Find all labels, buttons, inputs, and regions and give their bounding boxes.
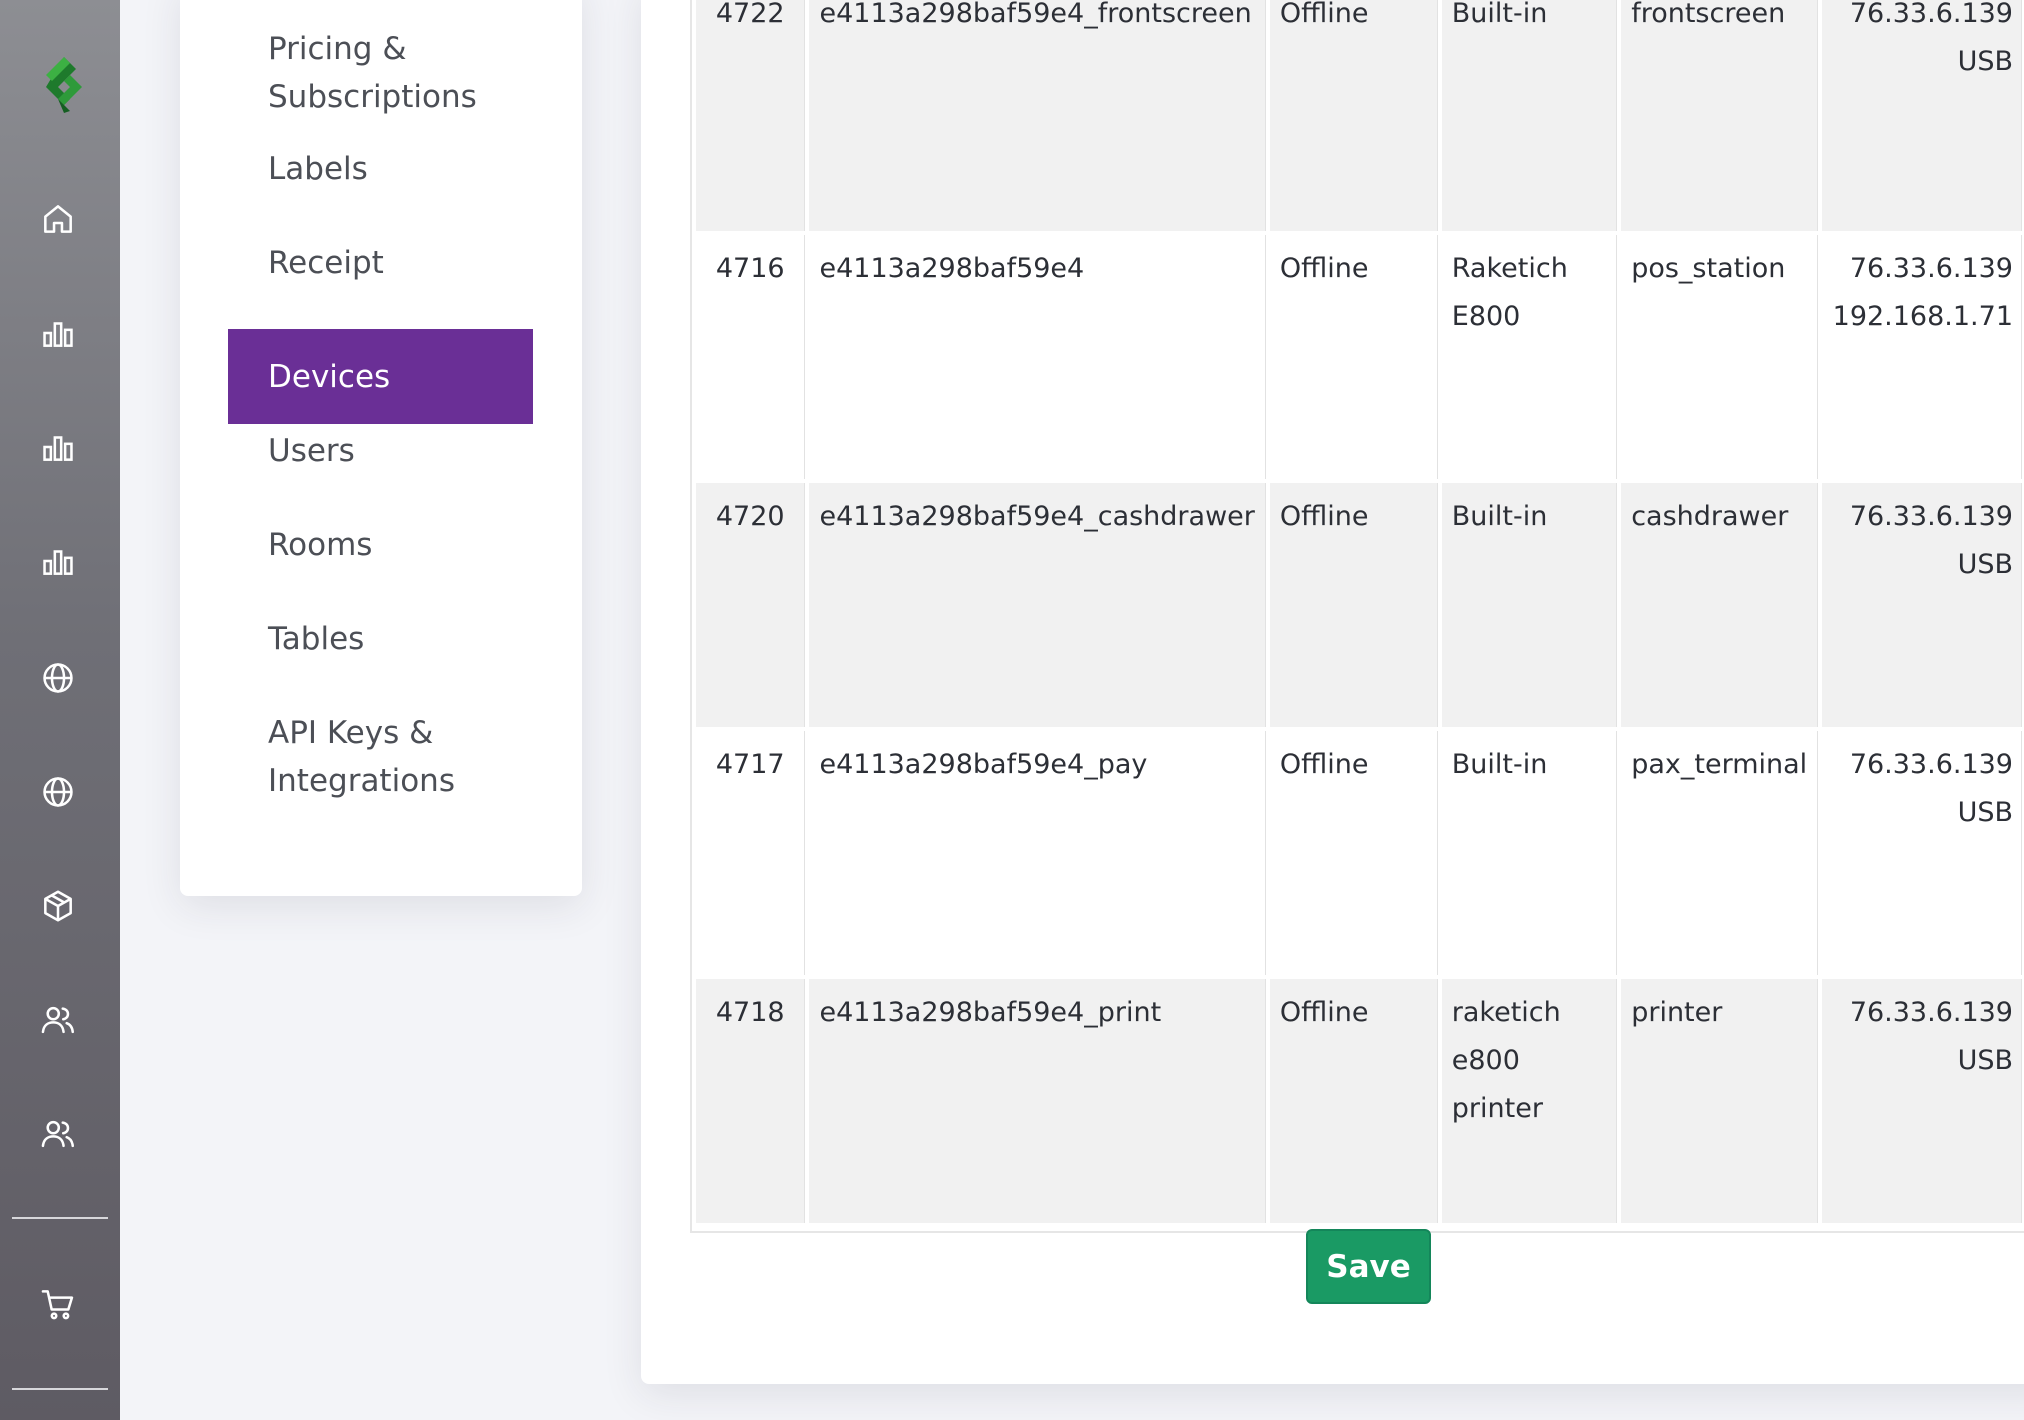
device-address-cell: 76.33.6.139 USB xyxy=(1822,483,2022,727)
settings-nav-panel: Pricing & Subscriptions Labels Receipt D… xyxy=(180,0,582,896)
table-row[interactable]: 4716 e4113a298baf59e4 Offline Raketich E800… xyxy=(696,235,2022,479)
globe-icon[interactable] xyxy=(36,656,80,700)
nav-item-tables[interactable]: Tables xyxy=(228,615,533,663)
cart-icon[interactable] xyxy=(36,1282,80,1326)
device-address-cell: 76.33.6.139 USB xyxy=(1822,731,2022,975)
device-name-cell: e4113a298baf59e4_pay xyxy=(809,731,1266,975)
device-type-cell: printer xyxy=(1621,979,1819,1223)
rail-divider xyxy=(12,1217,108,1219)
table-row[interactable]: 4717 e4113a298baf59e4_pay Offline Built-in p… xyxy=(696,731,2022,975)
device-model-cell: Raketich E800 xyxy=(1441,235,1618,479)
table-row[interactable]: 4718 e4113a298baf59e4_print Offline raketic… xyxy=(696,979,2022,1223)
home-icon[interactable] xyxy=(36,197,80,241)
device-status-cell: Offline xyxy=(1269,731,1438,975)
nav-item-pricing-subscriptions[interactable]: Pricing & Subscriptions xyxy=(228,25,533,121)
table-row[interactable]: 4720 e4113a298baf59e4_cashdrawer Offline Bu… xyxy=(696,483,2022,727)
nav-item-labels[interactable]: Labels xyxy=(228,145,533,193)
devices-content: 4722 e4113a298baf59e4_frontscreen Offline B… xyxy=(641,0,2024,1384)
devices-table: 4722 e4113a298baf59e4_frontscreen Offline B… xyxy=(692,0,2024,1227)
nav-item-users[interactable]: Users xyxy=(228,427,533,475)
device-status-cell: Offline xyxy=(1269,0,1438,231)
device-status-cell: Offline xyxy=(1269,235,1438,479)
bar-chart-icon[interactable] xyxy=(36,425,80,469)
device-name-cell: e4113a298baf59e4 xyxy=(809,235,1266,479)
device-model-cell: Built-in xyxy=(1441,483,1618,727)
device-status-cell: Offline xyxy=(1269,483,1438,727)
bar-chart-icon[interactable] xyxy=(36,539,80,583)
device-id-cell: 4717 xyxy=(696,731,806,975)
device-id-cell: 4722 xyxy=(696,0,806,231)
device-id-cell: 4716 xyxy=(696,235,806,479)
device-id-cell: 4718 xyxy=(696,979,806,1223)
nav-item-rooms[interactable]: Rooms xyxy=(228,521,533,569)
device-status-cell: Offline xyxy=(1269,979,1438,1223)
icon-rail xyxy=(0,0,120,1420)
nav-item-api-keys-integrations[interactable]: API Keys & Integrations xyxy=(228,709,533,805)
device-name-cell: e4113a298baf59e4_cashdrawer xyxy=(809,483,1266,727)
devices-table-wrapper: 4722 e4113a298baf59e4_frontscreen Offline B… xyxy=(690,0,2024,1233)
users-icon[interactable] xyxy=(36,998,80,1042)
table-row[interactable]: 4722 e4113a298baf59e4_frontscreen Offline B… xyxy=(696,0,2022,231)
users-icon[interactable] xyxy=(36,1112,80,1156)
device-model-cell: Built-in xyxy=(1441,731,1618,975)
save-button[interactable]: Save xyxy=(1306,1229,1431,1304)
device-type-cell: frontscreen xyxy=(1621,0,1819,231)
device-type-cell: cashdrawer xyxy=(1621,483,1819,727)
device-address-cell: 76.33.6.139 USB xyxy=(1822,979,2022,1223)
device-address-cell: 76.33.6.139 192.168.1.71 xyxy=(1822,235,2022,479)
box-icon[interactable] xyxy=(36,884,80,928)
device-type-cell: pax_terminal xyxy=(1621,731,1819,975)
device-type-cell: pos_station xyxy=(1621,235,1819,479)
device-id-cell: 4720 xyxy=(696,483,806,727)
globe-icon[interactable] xyxy=(36,770,80,814)
device-model-cell: Built-in xyxy=(1441,0,1618,231)
device-name-cell: e4113a298baf59e4_frontscreen xyxy=(809,0,1266,231)
device-model-cell: raketich e800 printer xyxy=(1441,979,1618,1223)
bar-chart-icon[interactable] xyxy=(36,311,80,355)
rail-divider xyxy=(12,1388,108,1390)
nav-item-receipt[interactable]: Receipt xyxy=(228,239,533,287)
device-address-cell: 76.33.6.139 USB xyxy=(1822,0,2022,231)
device-name-cell: e4113a298baf59e4_print xyxy=(809,979,1266,1223)
logo-icon[interactable] xyxy=(36,55,92,115)
nav-item-devices[interactable]: Devices xyxy=(228,329,533,424)
